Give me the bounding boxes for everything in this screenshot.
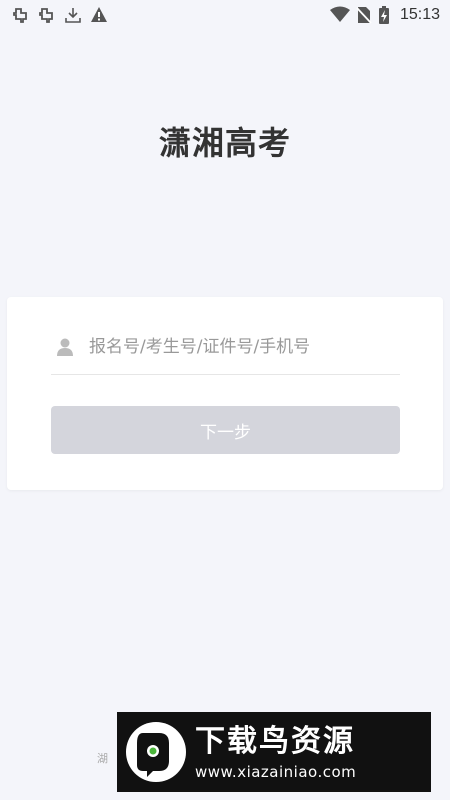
bird-logo-icon	[121, 717, 191, 787]
watermark-title: 下载鸟资源	[195, 724, 355, 759]
status-bar-right: 15:13	[329, 6, 440, 24]
status-bar: 15:13	[0, 0, 450, 30]
user-icon	[55, 337, 75, 357]
bug-icon	[38, 6, 56, 24]
login-card: 下一步	[7, 297, 443, 490]
download-icon	[64, 6, 82, 24]
watermark-banner: 下载鸟资源 www.xiazainiao.com	[117, 712, 431, 792]
account-input[interactable]	[89, 336, 389, 357]
next-step-button[interactable]: 下一步	[51, 406, 400, 454]
app-title: 潇湘高考	[158, 124, 291, 162]
watermark-text: 下载鸟资源 www.xiazainiao.com	[195, 723, 356, 781]
no-sim-icon	[356, 6, 372, 24]
account-input-row	[51, 319, 400, 375]
warning-icon	[90, 6, 108, 24]
status-time: 15:13	[399, 6, 440, 23]
footer-text: 湖	[97, 752, 108, 765]
status-bar-left	[12, 6, 108, 24]
battery-charging-icon	[378, 6, 390, 24]
wifi-icon	[329, 6, 350, 24]
bug-icon	[12, 6, 30, 24]
watermark-url: www.xiazainiao.com	[195, 763, 357, 781]
